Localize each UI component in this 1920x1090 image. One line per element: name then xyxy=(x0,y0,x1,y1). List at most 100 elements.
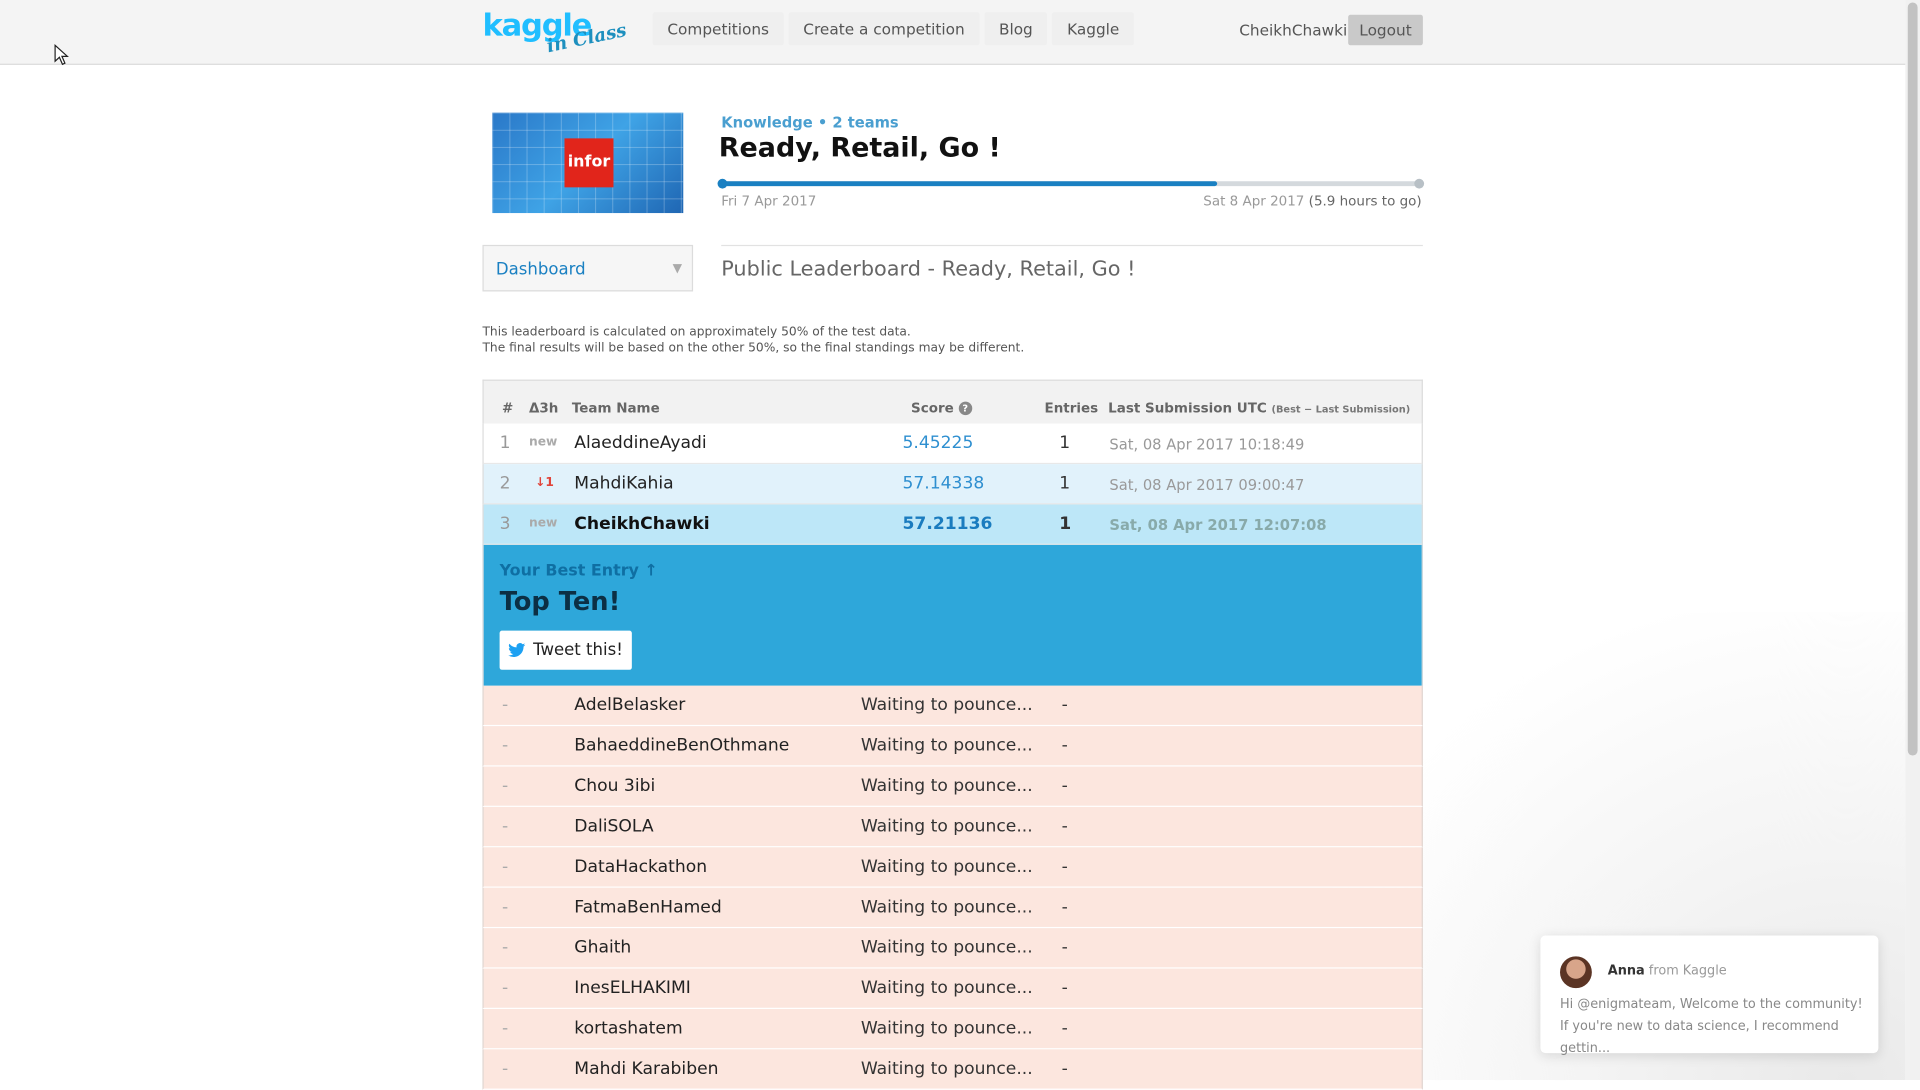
waiting-row[interactable]: - InesELHAKIMI Waiting to pounce... - xyxy=(482,968,1423,1009)
end-date-group: Sat 8 Apr 2017 (5.9 hours to go) xyxy=(1203,193,1421,209)
waiting-row[interactable]: - BahaeddineBenOthmane Waiting to pounce… xyxy=(482,726,1423,767)
row-team[interactable]: DataHackathon xyxy=(574,857,707,877)
row-rank: - xyxy=(502,937,509,958)
username-link[interactable]: CheikhChawki xyxy=(1239,21,1347,39)
row-team[interactable]: AlaeddineAyadi xyxy=(574,433,706,453)
mouse-cursor-icon xyxy=(54,44,69,66)
chat-message-popup[interactable]: Anna from Kaggle Hi @enigmateam, Welcome… xyxy=(1540,935,1879,1056)
row-entries: - xyxy=(1061,816,1068,837)
row-entries: - xyxy=(1061,857,1068,877)
row-status: Waiting to pounce... xyxy=(860,897,1033,918)
row-rank: 1 xyxy=(499,433,511,454)
row-team[interactable]: BahaeddineBenOthmane xyxy=(574,736,789,756)
leaderboard-table: # Δ3h Team Name Score ? Entries Last Sub… xyxy=(482,379,1423,1090)
nav-create-competition[interactable]: Create a competition xyxy=(788,12,980,46)
nav-kaggle[interactable]: Kaggle xyxy=(1052,12,1135,46)
row-rank: - xyxy=(502,1018,509,1039)
help-icon[interactable]: ? xyxy=(958,401,972,416)
row-rank: - xyxy=(502,776,509,796)
row-team[interactable]: AdelBelasker xyxy=(574,696,685,716)
waiting-row[interactable]: - Mahdi Karabiben Waiting to pounce... - xyxy=(482,1049,1423,1090)
best-entry-kicker: Your Best Entry ↑ xyxy=(499,562,658,581)
row-score: 57.21136 xyxy=(902,514,993,534)
table-row-current-user[interactable]: 3 new CheikhChawki 57.21136 1 Sat, 08 Ap… xyxy=(482,504,1423,545)
waiting-row[interactable]: - DataHackathon Waiting to pounce... - xyxy=(482,847,1423,888)
row-entries: - xyxy=(1061,695,1068,716)
start-date: Fri 7 Apr 2017 xyxy=(721,193,817,210)
row-status: Waiting to pounce... xyxy=(860,978,1033,998)
row-delta: new xyxy=(528,516,558,531)
main-nav: Competitions Create a competition Blog K… xyxy=(652,12,1135,46)
tweet-button[interactable]: Tweet this! xyxy=(499,630,632,670)
col-last-submission: Last Submission UTC (Best − Last Submiss… xyxy=(1108,400,1410,416)
row-entries: - xyxy=(1061,1059,1068,1079)
row-entries: - xyxy=(1061,897,1068,918)
waiting-row[interactable]: - Ghaith Waiting to pounce... - xyxy=(482,928,1423,969)
end-date: Sat 8 Apr 2017 xyxy=(1203,193,1305,210)
col-entries: Entries xyxy=(1044,400,1099,417)
row-rank: 3 xyxy=(499,514,511,534)
row-rank: 2 xyxy=(499,473,511,494)
caret-down-icon: ▼ xyxy=(672,262,683,276)
note-line-2: The final results will be based on the o… xyxy=(482,341,1025,355)
waiting-row[interactable]: - DaliSOLA Waiting to pounce... - xyxy=(482,806,1423,848)
competition-thumbnail[interactable]: infor xyxy=(492,112,684,214)
competition-category[interactable]: Knowledge • 2 teams xyxy=(721,114,898,131)
row-status: Waiting to pounce... xyxy=(860,776,1033,796)
col-delta: Δ3h xyxy=(528,400,559,417)
chat-sender-from: from Kaggle xyxy=(1644,963,1727,979)
page-canvas: kaggle in Class Competitions Create a co… xyxy=(0,0,1920,1090)
competition-title: Ready, Retail, Go ! xyxy=(718,133,1001,165)
row-status: Waiting to pounce... xyxy=(860,695,1033,716)
row-status: Waiting to pounce... xyxy=(860,1059,1033,1079)
table-row[interactable]: 1 new AlaeddineAyadi 5.45225 1 Sat, 08 A… xyxy=(482,423,1423,465)
dashboard-dropdown[interactable]: Dashboard ▼ xyxy=(482,244,694,292)
row-team[interactable]: Mahdi Karabiben xyxy=(574,1059,718,1079)
row-team[interactable]: CheikhChawki xyxy=(574,514,709,534)
top-navbar: kaggle in Class Competitions Create a co… xyxy=(0,0,1906,65)
row-team[interactable]: Ghaith xyxy=(574,938,631,958)
scrollbar-thumb[interactable] xyxy=(1907,2,1918,756)
row-team[interactable]: kortashatem xyxy=(574,1019,682,1039)
row-last-submission: Sat, 08 Apr 2017 09:00:47 xyxy=(1109,476,1305,494)
row-entries: - xyxy=(1061,776,1068,796)
col-rank: # xyxy=(502,400,514,417)
nav-blog[interactable]: Blog xyxy=(984,12,1048,46)
avatar xyxy=(1560,956,1592,989)
row-score: 57.14338 xyxy=(902,473,985,494)
col-score-label: Score xyxy=(911,400,954,417)
waiting-row[interactable]: - kortashatem Waiting to pounce... - xyxy=(482,1008,1423,1050)
logout-button[interactable]: Logout xyxy=(1348,14,1423,46)
row-team[interactable]: DaliSOLA xyxy=(574,817,653,837)
row-team[interactable]: MahdiKahia xyxy=(574,474,673,494)
row-status: Waiting to pounce... xyxy=(860,857,1033,877)
best-entry-headline: Top Ten! xyxy=(499,586,621,616)
row-entries: 1 xyxy=(1059,473,1071,494)
table-row[interactable]: 2 ↓1 MahdiKahia 57.14338 1 Sat, 08 Apr 2… xyxy=(482,464,1423,505)
row-entries: - xyxy=(1061,978,1068,998)
row-entries: - xyxy=(1061,937,1068,958)
nav-competitions[interactable]: Competitions xyxy=(652,12,784,46)
waiting-row[interactable]: - FatmaBenHamed Waiting to pounce... - xyxy=(482,887,1423,929)
progress-end-dot xyxy=(1414,178,1425,189)
section-divider xyxy=(721,244,1423,247)
waiting-row[interactable]: - Chou 3ibi Waiting to pounce... - xyxy=(482,766,1423,807)
row-rank: - xyxy=(502,1059,509,1079)
time-remaining: (5.9 hours to go) xyxy=(1308,193,1422,210)
row-rank: - xyxy=(502,978,509,998)
row-entries: - xyxy=(1061,1018,1068,1039)
row-team[interactable]: FatmaBenHamed xyxy=(574,898,721,918)
row-delta: ↓1 xyxy=(535,476,554,490)
dashboard-label: Dashboard xyxy=(495,259,586,280)
row-last-submission: Sat, 08 Apr 2017 12:07:08 xyxy=(1109,516,1327,534)
note-line-1: This leaderboard is calculated on approx… xyxy=(482,325,911,340)
row-rank: - xyxy=(502,857,509,877)
progress-fill xyxy=(721,181,1218,187)
tweet-label: Tweet this! xyxy=(533,640,623,661)
row-entries: 1 xyxy=(1059,433,1071,454)
row-status: Waiting to pounce... xyxy=(860,735,1033,756)
waiting-row[interactable]: - AdelBelasker Waiting to pounce... - xyxy=(482,685,1423,727)
twitter-icon xyxy=(508,643,526,657)
row-team[interactable]: Chou 3ibi xyxy=(574,776,655,796)
row-team[interactable]: InesELHAKIMI xyxy=(574,978,691,998)
